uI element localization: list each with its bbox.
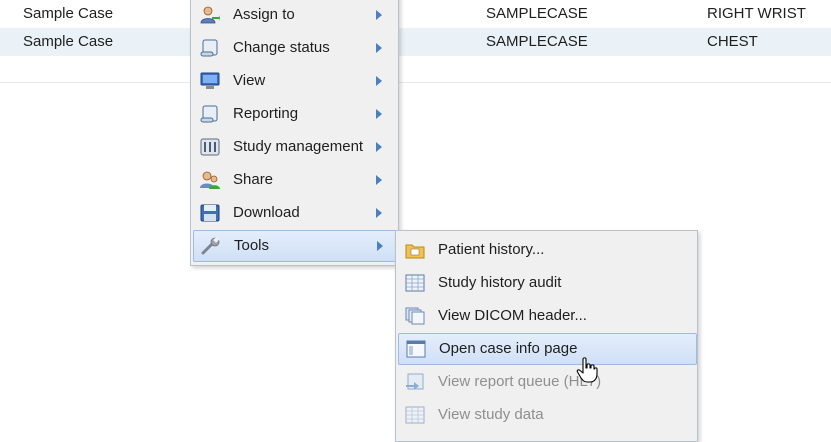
share-users-icon [200, 171, 220, 189]
stacked-pages-icon [405, 307, 425, 325]
menu-item-change-status[interactable]: Change status [193, 33, 396, 63]
menu-item-label: Patient history... [438, 241, 545, 258]
body-part-cell: CHEST [707, 33, 758, 50]
submenu-item-view-report-queue[interactable]: View report queue (HL7) [398, 367, 695, 397]
tools-submenu: Patient history... Study history audit V… [395, 230, 698, 442]
submenu-arrow-icon [376, 76, 382, 86]
menu-item-assign-to[interactable]: Assign to [193, 0, 396, 30]
menu-item-tools[interactable]: Tools [193, 230, 398, 262]
submenu-arrow-icon [376, 142, 382, 152]
patient-id-cell: SAMPLECASE [486, 33, 588, 50]
menu-item-label: View [233, 72, 266, 89]
menu-item-label: Study history audit [438, 274, 562, 291]
submenu-item-view-dicom-header[interactable]: View DICOM header... [398, 301, 695, 331]
submenu-arrow-icon [377, 241, 383, 251]
table-row-empty [0, 56, 831, 83]
submenu-arrow-icon [376, 208, 382, 218]
patient-name-cell: Sample Case [23, 5, 114, 22]
submenu-item-patient-history[interactable]: Patient history... [398, 235, 695, 265]
submenu-arrow-icon [376, 109, 382, 119]
report-queue-icon [406, 373, 424, 390]
context-menu: Assign to Change status View Reporting S… [190, 0, 399, 266]
table-row[interactable]: Sample Case SAMPLECASE RIGHT WRIST [0, 0, 831, 29]
menu-item-label: Tools [234, 237, 270, 254]
scroll-icon [200, 105, 218, 123]
menu-item-label: Study management [233, 138, 364, 155]
submenu-item-study-history-audit[interactable]: Study history audit [398, 268, 695, 298]
submenu-arrow-icon [376, 10, 382, 20]
menu-item-share[interactable]: Share [193, 165, 396, 195]
menu-item-label: Assign to [233, 6, 295, 23]
scroll-icon [200, 39, 218, 57]
menu-item-label: View study data [438, 406, 544, 423]
window-page-icon [406, 340, 426, 358]
menu-item-label: View DICOM header... [438, 307, 587, 324]
hand-cursor-icon [576, 357, 598, 383]
menu-item-study-management[interactable]: Study management [193, 132, 396, 162]
submenu-arrow-icon [376, 175, 382, 185]
study-management-icon [200, 138, 220, 156]
menu-item-label: Download [233, 204, 300, 221]
menu-item-reporting[interactable]: Reporting [193, 99, 396, 129]
submenu-item-view-study-data[interactable]: View study data [398, 400, 695, 430]
menu-item-label: Share [233, 171, 274, 188]
menu-item-view[interactable]: View [193, 66, 396, 96]
menu-item-label: Change status [233, 39, 330, 56]
menu-item-label: Open case info page [439, 340, 578, 357]
table-grid-icon [405, 406, 425, 424]
submenu-item-open-case-info-page[interactable]: Open case info page [398, 333, 697, 365]
patient-name-cell: Sample Case [23, 33, 114, 50]
assign-user-icon [200, 6, 220, 24]
floppy-disk-icon [200, 204, 220, 222]
body-part-cell: RIGHT WRIST [707, 5, 806, 22]
menu-item-label: Reporting [233, 105, 299, 122]
table-grid-icon [405, 274, 425, 292]
menu-item-download[interactable]: Download [193, 198, 396, 228]
patient-id-cell: SAMPLECASE [486, 5, 588, 22]
submenu-arrow-icon [376, 43, 382, 53]
folder-icon [405, 244, 425, 259]
table-row[interactable]: Sample Case SAMPLECASE CHEST [0, 28, 831, 57]
monitor-icon [200, 72, 220, 89]
wrench-icon [201, 237, 220, 255]
